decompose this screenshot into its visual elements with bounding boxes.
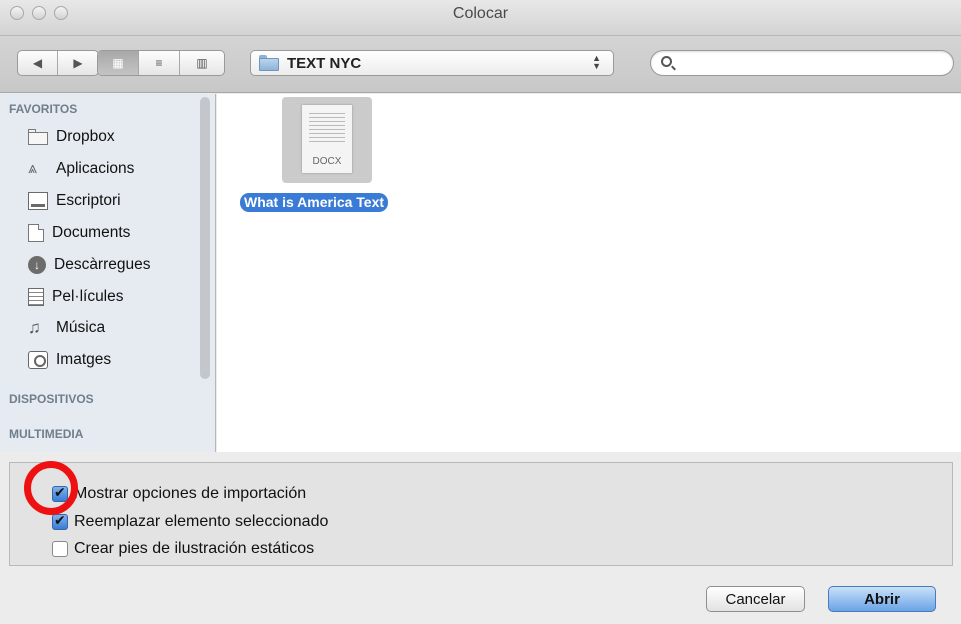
sidebar-item-applications[interactable]: ⩓ Aplicacions bbox=[28, 155, 134, 183]
columns-icon: ▥ bbox=[196, 56, 208, 70]
icon-view-button[interactable]: ▦ bbox=[98, 51, 139, 75]
updown-arrows-icon: ▲ ▼ bbox=[592, 53, 601, 71]
sidebar: FAVORITOS Dropbox ⩓ Aplicacions Escripto… bbox=[0, 94, 216, 452]
search-input[interactable] bbox=[679, 54, 947, 72]
file-type-label: DOCX bbox=[312, 156, 342, 167]
open-button[interactable]: Abrir bbox=[828, 586, 936, 612]
sidebar-item-label: Dropbox bbox=[56, 128, 115, 145]
sidebar-item-music[interactable]: ♫ Música bbox=[28, 314, 105, 342]
sidebar-item-desktop[interactable]: Escriptori bbox=[28, 187, 121, 215]
sidebar-item-label: Música bbox=[56, 319, 106, 336]
option-replace-selected[interactable]: Reemplazar elemento seleccionado bbox=[52, 512, 329, 531]
sidebar-item-pictures[interactable]: Imatges bbox=[28, 346, 111, 374]
desktop-icon bbox=[28, 192, 48, 210]
sidebar-section-media: MULTIMEDIA bbox=[9, 427, 84, 441]
downloads-icon: ↓ bbox=[28, 256, 46, 274]
sidebar-section-favorites: FAVORITOS bbox=[9, 102, 78, 116]
sidebar-item-label: Aplicacions bbox=[56, 160, 135, 177]
sidebar-item-downloads[interactable]: ↓ Descàrregues bbox=[28, 251, 151, 279]
option-static-captions[interactable]: Crear pies de ilustración estáticos bbox=[52, 540, 314, 558]
import-options-panel: Mostrar opciones de importación Reemplaz… bbox=[9, 462, 953, 566]
option-label: Crear pies de ilustración estáticos bbox=[74, 540, 315, 557]
folder-icon bbox=[259, 55, 279, 71]
music-icon: ♫ bbox=[28, 318, 41, 337]
forward-icon: ▶ bbox=[73, 56, 83, 70]
view-mode-buttons: ▦ ≡ ▥ bbox=[97, 50, 225, 76]
grid-icon: ▦ bbox=[112, 56, 124, 70]
sidebar-item-movies[interactable]: Pel·lícules bbox=[28, 283, 124, 311]
file-thumbnail: DOCX bbox=[282, 97, 372, 183]
title-bar: Colocar bbox=[0, 0, 961, 36]
sidebar-item-label: Descàrregues bbox=[54, 256, 151, 273]
location-popup[interactable]: TEXT NYC ▲ ▼ bbox=[250, 50, 614, 76]
checkbox-replace-selected[interactable] bbox=[52, 512, 68, 530]
sidebar-item-documents[interactable]: Documents bbox=[28, 219, 130, 247]
folder-icon bbox=[28, 128, 48, 146]
documents-icon bbox=[28, 224, 44, 242]
cancel-button[interactable]: Cancelar bbox=[706, 586, 805, 612]
sidebar-item-label: Escriptori bbox=[56, 192, 121, 209]
sidebar-item-dropbox[interactable]: Dropbox bbox=[28, 123, 115, 151]
sidebar-item-label: Imatges bbox=[56, 351, 112, 368]
pictures-icon bbox=[28, 351, 48, 369]
search-icon bbox=[661, 56, 672, 67]
list-view-button[interactable]: ≡ bbox=[139, 51, 180, 75]
option-label: Mostrar opciones de importación bbox=[74, 485, 307, 502]
sidebar-section-devices: DISPOSITIVOS bbox=[9, 392, 94, 406]
location-label: TEXT NYC bbox=[287, 54, 362, 72]
file-name: What is America Text bbox=[240, 193, 389, 212]
search-field[interactable] bbox=[650, 50, 954, 76]
toolbar: ◀ ▶ ▦ ≡ ▥ TEXT NYC ▲ ▼ bbox=[0, 36, 961, 93]
sidebar-item-label: Documents bbox=[52, 224, 131, 241]
window-title: Colocar bbox=[452, 5, 509, 22]
sidebar-scrollbar[interactable] bbox=[200, 97, 210, 379]
checkbox-show-import-options[interactable] bbox=[52, 484, 68, 502]
list-icon: ≡ bbox=[155, 56, 163, 70]
sidebar-item-label: Pel·lícules bbox=[52, 288, 124, 305]
navigation-buttons: ◀ ▶ bbox=[17, 50, 99, 76]
option-label: Reemplazar elemento seleccionado bbox=[74, 513, 329, 530]
file-browser: DOCX What is America Text bbox=[217, 94, 961, 452]
option-show-import-options[interactable]: Mostrar opciones de importación bbox=[52, 484, 307, 503]
applications-icon: ⩓ bbox=[28, 160, 38, 177]
docx-file-icon: DOCX bbox=[302, 105, 352, 173]
forward-button[interactable]: ▶ bbox=[58, 51, 98, 75]
checkbox-static-captions[interactable] bbox=[52, 541, 68, 557]
back-icon: ◀ bbox=[32, 56, 43, 70]
column-view-button[interactable]: ▥ bbox=[180, 51, 224, 75]
movies-icon bbox=[28, 288, 44, 306]
back-button[interactable]: ◀ bbox=[18, 51, 58, 75]
open-dialog: Colocar ◀ ▶ ▦ ≡ ▥ TEXT NYC ▲ ▼ FAVORITOS … bbox=[0, 0, 961, 624]
file-item[interactable]: DOCX What is America Text bbox=[240, 97, 416, 212]
